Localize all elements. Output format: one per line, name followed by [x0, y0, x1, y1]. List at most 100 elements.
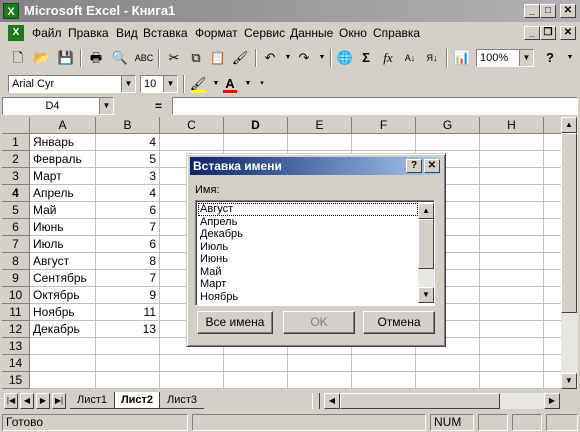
cell[interactable] [544, 236, 561, 253]
spelling-icon[interactable]: ABC [134, 48, 154, 68]
cell[interactable]: 13 [96, 321, 160, 338]
last-sheet-icon[interactable]: ▶| [52, 393, 66, 409]
cell[interactable] [288, 372, 352, 389]
cell[interactable] [480, 185, 544, 202]
cell[interactable]: 11 [96, 304, 160, 321]
cell[interactable]: 4 [96, 185, 160, 202]
row-header[interactable]: 4 [2, 185, 30, 202]
print-preview-icon[interactable]: 🔍 [110, 48, 130, 68]
cell[interactable]: Май [30, 202, 96, 219]
tab-split-handle[interactable] [312, 393, 320, 409]
cell[interactable] [480, 304, 544, 321]
names-list-item[interactable]: Июль [198, 241, 418, 254]
excel-icon[interactable]: X [3, 3, 19, 19]
menu-edit[interactable]: Правка [68, 26, 109, 40]
formula-equals-sign[interactable]: = [155, 99, 162, 113]
cell[interactable] [96, 355, 160, 372]
new-icon[interactable]: 🗋 [8, 48, 28, 68]
cell[interactable]: 6 [96, 202, 160, 219]
cell[interactable] [544, 134, 561, 151]
names-list-item[interactable]: Март [198, 278, 418, 291]
cell[interactable] [224, 134, 288, 151]
cell[interactable] [480, 202, 544, 219]
cell[interactable]: Декабрь [30, 321, 96, 338]
toolbar-options-icon[interactable]: ▼ [560, 48, 580, 68]
cell[interactable]: 3 [96, 168, 160, 185]
cell[interactable] [160, 134, 224, 151]
cell[interactable]: Ноябрь [30, 304, 96, 321]
cell[interactable] [96, 372, 160, 389]
close-button[interactable]: ✕ [560, 4, 576, 18]
row-header[interactable]: 15 [2, 372, 30, 389]
save-icon[interactable]: 💾 [56, 48, 76, 68]
column-header[interactable]: D [224, 117, 288, 134]
cut-icon[interactable]: ✂ [164, 48, 184, 68]
sheet-tab-1[interactable]: Лист1 [70, 392, 114, 409]
sheet-tab-2[interactable]: Лист2 [114, 392, 160, 409]
sort-ascending-icon[interactable]: A↓ [400, 48, 420, 68]
vertical-scrollbar[interactable]: ▲ ▼ [561, 117, 578, 389]
column-header[interactable] [544, 117, 561, 134]
names-listbox[interactable]: Август Апрель Декабрь Июль Июнь Май Март Ноябрь… [195, 200, 435, 306]
cell[interactable] [480, 219, 544, 236]
redo-dropdown-icon[interactable]: ▼ [312, 48, 332, 68]
scroll-right-icon[interactable]: ▶ [544, 393, 560, 409]
cell[interactable] [480, 287, 544, 304]
doc-close-button[interactable]: ✕ [560, 26, 576, 40]
cell[interactable] [224, 355, 288, 372]
redo-icon[interactable]: ↷ [294, 48, 314, 68]
cell[interactable] [416, 355, 480, 372]
cancel-button[interactable]: Отмена [363, 311, 435, 334]
dialog-help-button[interactable]: ? [406, 159, 422, 173]
scroll-left-icon[interactable]: ◀ [324, 393, 340, 409]
cell[interactable]: 5 [96, 151, 160, 168]
toolbar-options-icon[interactable]: ▾ [252, 74, 272, 94]
column-header[interactable]: F [352, 117, 416, 134]
column-header[interactable]: A [30, 117, 96, 134]
ok-button[interactable]: OK [283, 311, 355, 334]
cell[interactable] [480, 253, 544, 270]
chevron-down-icon[interactable]: ▼ [163, 76, 177, 92]
cell[interactable] [544, 185, 561, 202]
open-icon[interactable]: 📂 [32, 48, 52, 68]
scroll-up-icon[interactable]: ▲ [561, 117, 577, 133]
cell[interactable]: Октябрь [30, 287, 96, 304]
names-list-item[interactable]: Апрель [198, 216, 418, 229]
menu-tools[interactable]: Сервис [244, 26, 285, 40]
sheet-tab-3[interactable]: Лист3 [160, 392, 204, 409]
menu-data[interactable]: Данные [290, 26, 333, 40]
row-header[interactable]: 5 [2, 202, 30, 219]
cell[interactable] [30, 355, 96, 372]
cell[interactable] [544, 202, 561, 219]
cell[interactable]: Август [30, 253, 96, 270]
hyperlink-icon[interactable]: 🌐 [335, 48, 355, 68]
cell[interactable] [30, 372, 96, 389]
cell[interactable] [544, 287, 561, 304]
help-icon[interactable]: ? [540, 48, 560, 68]
cell[interactable]: Апрель [30, 185, 96, 202]
row-header[interactable]: 9 [2, 270, 30, 287]
cell[interactable] [30, 338, 96, 355]
cell[interactable] [544, 321, 561, 338]
cell[interactable] [352, 372, 416, 389]
cell[interactable] [544, 151, 561, 168]
menu-format[interactable]: Формат [195, 26, 238, 40]
names-list-item[interactable]: Ноябрь [198, 291, 418, 304]
undo-icon[interactable]: ↶ [260, 48, 280, 68]
cell[interactable]: 6 [96, 236, 160, 253]
cell[interactable]: Сентябрь [30, 270, 96, 287]
column-header[interactable]: B [96, 117, 160, 134]
autosum-icon[interactable]: Σ [356, 48, 376, 68]
menu-file[interactable]: Файл [32, 26, 62, 40]
cell[interactable] [544, 270, 561, 287]
cell[interactable]: Январь [30, 134, 96, 151]
cell[interactable] [288, 134, 352, 151]
cell[interactable]: 4 [96, 134, 160, 151]
font-size-combo[interactable]: 10 ▼ [140, 75, 178, 93]
prev-sheet-icon[interactable]: ◀ [20, 393, 34, 409]
cell[interactable]: 7 [96, 270, 160, 287]
row-header[interactable]: 14 [2, 355, 30, 372]
cell[interactable] [416, 134, 480, 151]
column-header[interactable]: G [416, 117, 480, 134]
cell[interactable] [480, 151, 544, 168]
